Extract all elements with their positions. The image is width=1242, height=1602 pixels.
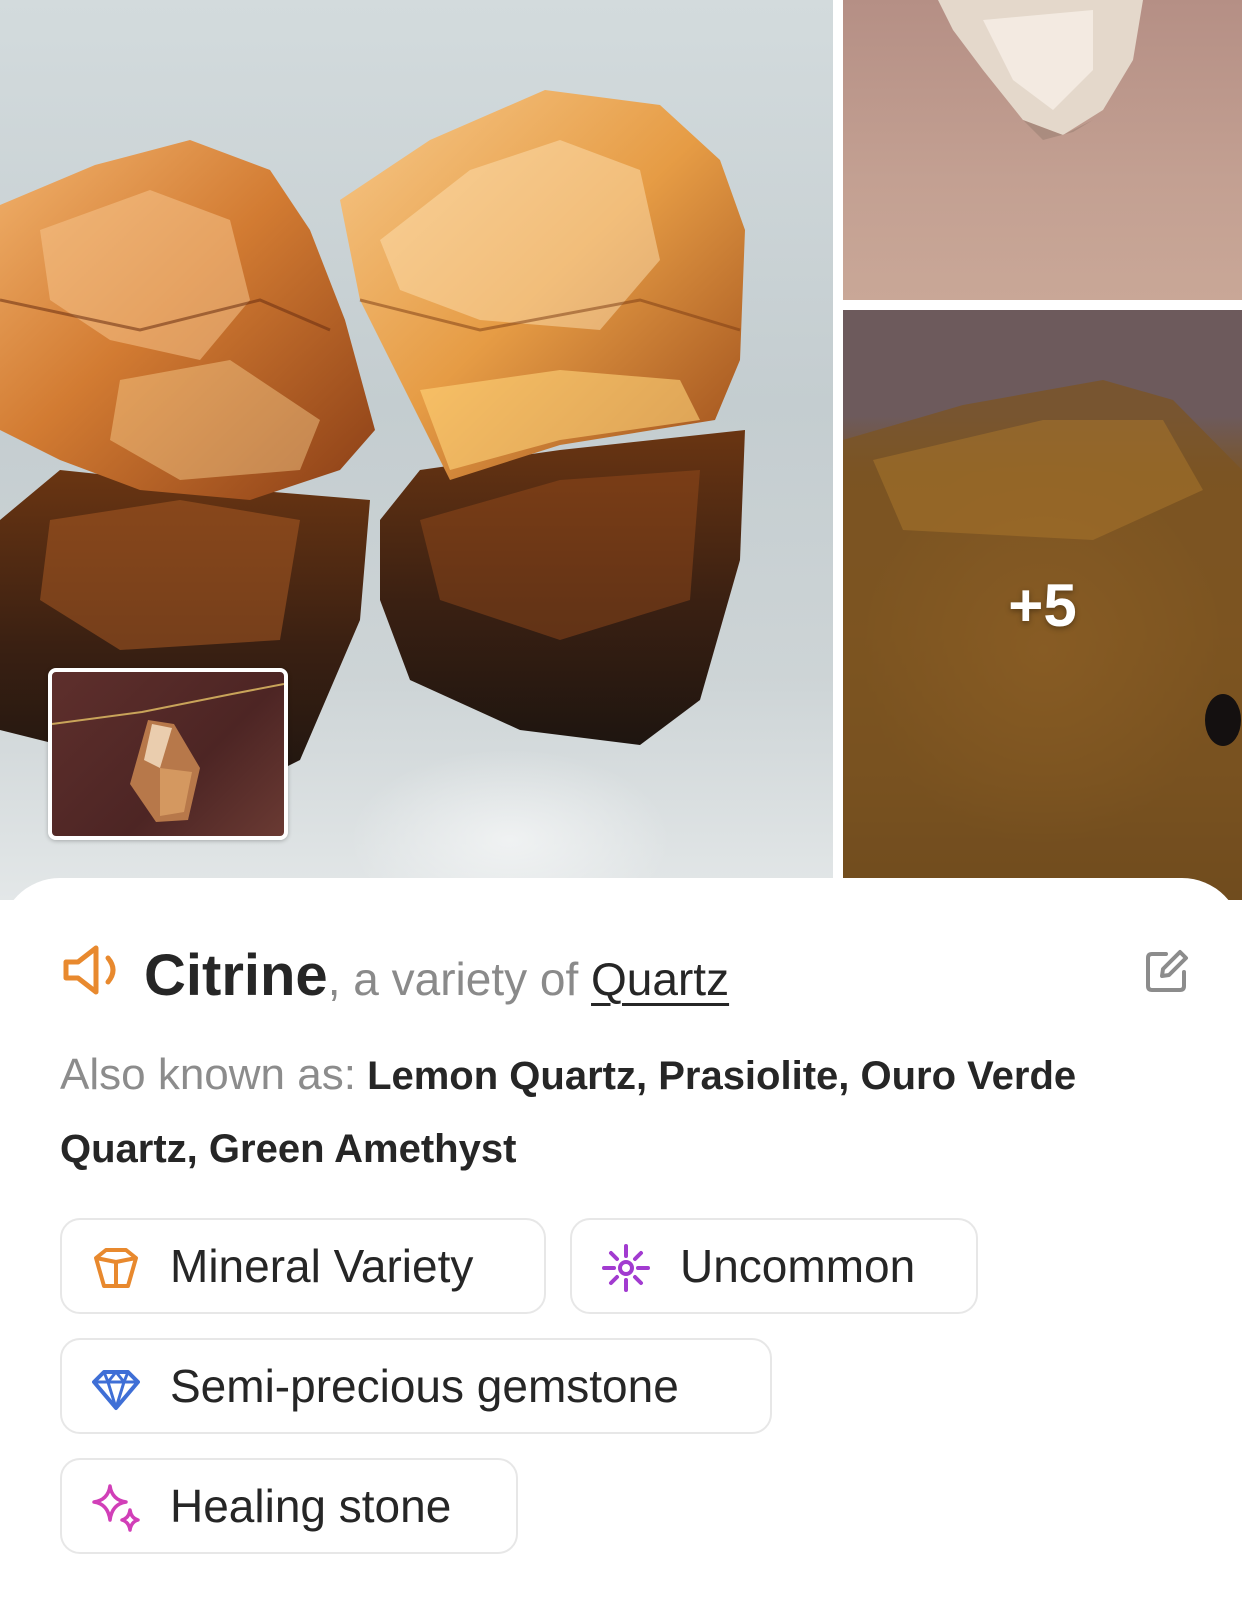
variety-link[interactable]: Quartz bbox=[591, 953, 729, 1005]
info-card: Citrine, a variety of Quartz Also known … bbox=[0, 878, 1242, 1602]
app-screen: +5 Citrine, a variety of Quartz Also kno… bbox=[0, 0, 1242, 1602]
secondary-photo[interactable] bbox=[843, 0, 1242, 300]
speaker-icon[interactable] bbox=[60, 940, 130, 1000]
edit-icon[interactable] bbox=[1142, 948, 1190, 996]
tag-label: Uncommon bbox=[680, 1240, 916, 1292]
photo-gallery: +5 bbox=[0, 0, 1242, 900]
tag-semi-precious-gemstone[interactable]: Semi-precious gemstone bbox=[60, 1338, 772, 1434]
mineral-name: Citrine bbox=[144, 943, 328, 1008]
sparkles-icon bbox=[92, 1484, 140, 1532]
tag-label: Mineral Variety bbox=[170, 1240, 474, 1292]
tag-label: Healing stone bbox=[170, 1480, 452, 1532]
also-known-as-label: Also known as: bbox=[60, 1050, 356, 1099]
crystal-icon bbox=[92, 1244, 140, 1292]
page-title: Citrine, a variety of Quartz bbox=[144, 936, 729, 1016]
gem-icon bbox=[92, 1364, 140, 1412]
variety-prefix: , a variety of bbox=[327, 953, 592, 1005]
thumbnail-photo[interactable] bbox=[48, 668, 288, 840]
tag-uncommon[interactable]: Uncommon bbox=[570, 1218, 978, 1314]
tag-label: Semi-precious gemstone bbox=[170, 1360, 679, 1412]
more-photos-tile[interactable]: +5 bbox=[843, 310, 1242, 900]
tag-mineral-variety[interactable]: Mineral Variety bbox=[60, 1218, 546, 1314]
also-known-as: Also known as: Lemon Quartz, Prasiolite,… bbox=[60, 1038, 1190, 1186]
title-row: Citrine, a variety of Quartz bbox=[60, 936, 1190, 1016]
sparkle-rarity-icon bbox=[602, 1244, 650, 1292]
more-photos-count: +5 bbox=[1008, 571, 1077, 639]
main-photo[interactable] bbox=[0, 0, 833, 900]
tag-healing-stone[interactable]: Healing stone bbox=[60, 1458, 518, 1554]
